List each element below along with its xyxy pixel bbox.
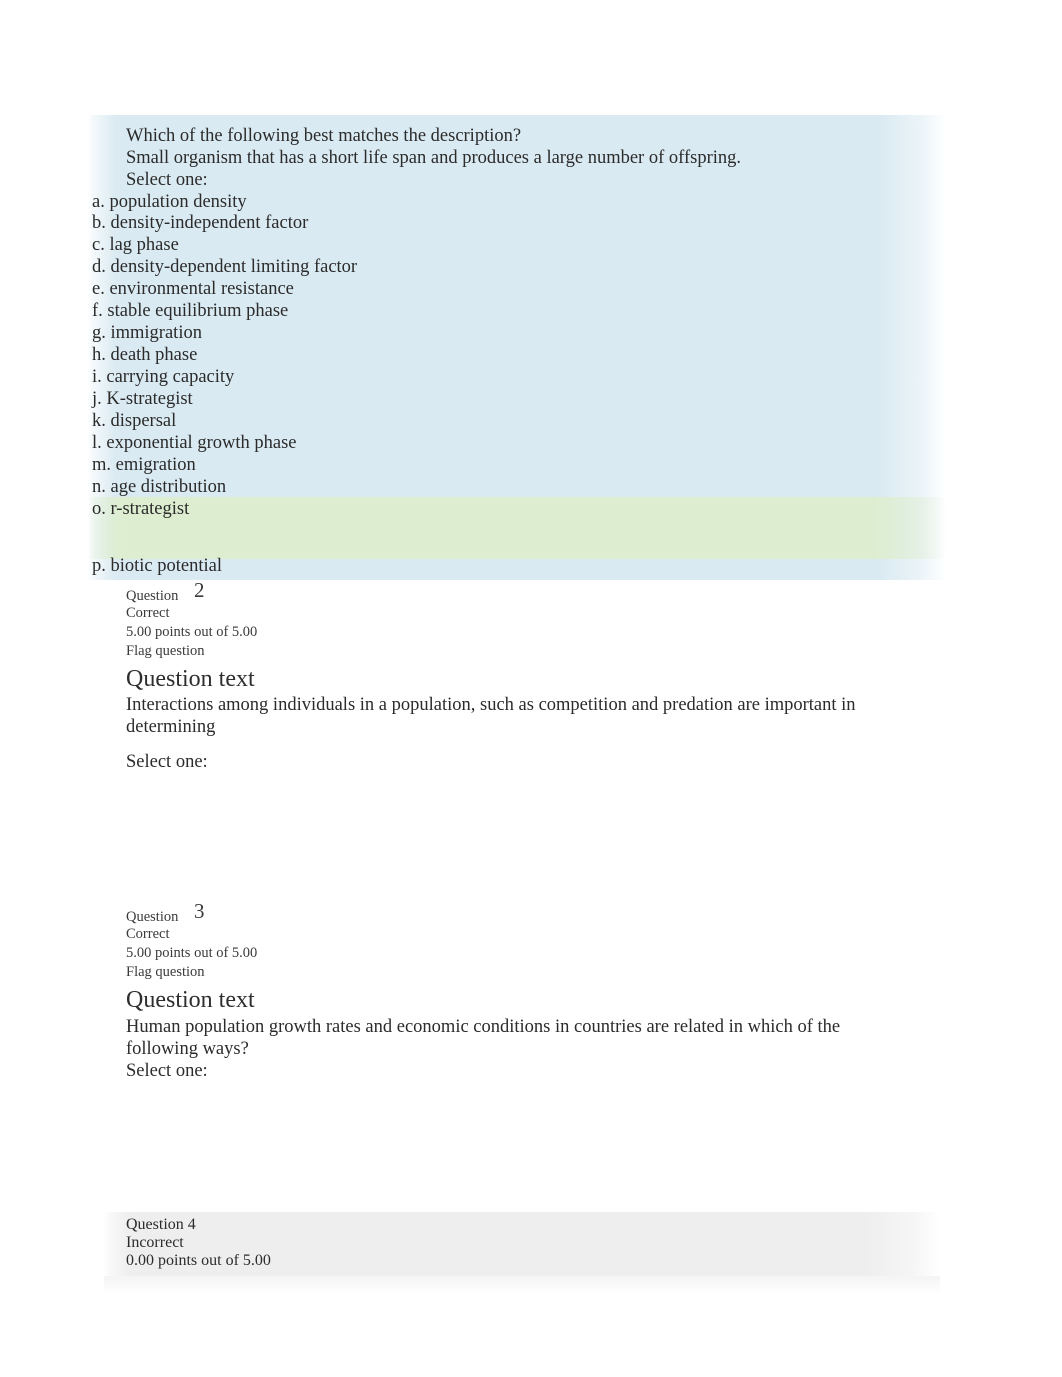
question-1-option-n[interactable]: n. age distribution [92,477,226,499]
question-1-option-p[interactable]: p. biotic potential [92,556,222,578]
question-2-label: Question [126,588,179,604]
question-2-number-row: Question 2 [126,580,926,605]
question-4-number: 4 [187,1216,196,1233]
question-1-option-h[interactable]: h. death phase [92,345,197,367]
question-1-prompt-line-2: Small organism that has a short life spa… [126,148,741,168]
question-1-option-i[interactable]: i. carrying capacity [92,367,234,389]
question-1-option-c[interactable]: c. lag phase [92,235,179,257]
question-3-number: 3 [194,899,205,923]
question-1-option-b[interactable]: b. density-independent factor [92,213,308,235]
question-3-body-text: Human population growth rates and econom… [126,1017,841,1059]
question-3-label: Question [126,909,179,925]
question-3-heading: Question text [126,987,255,1013]
correct-answer-highlight-band [88,497,946,559]
question-2-block: Question 2 Correct 5.00 points out of 5.… [126,580,926,774]
question-3-state-badge: Correct [126,926,170,942]
question-1-option-j[interactable]: j. K-strategist [92,389,193,411]
question-4-block: Question 4 Incorrect 0.00 points out of … [104,1212,940,1294]
question-3-number-row: Question 3 [126,901,926,926]
question-1-select-one-label: Select one: [126,170,208,190]
question-3-points: 5.00 points out of 5.00 [126,945,258,961]
question-1-option-l[interactable]: l. exponential growth phase [92,433,296,455]
question-1-option-e[interactable]: e. environmental resistance [92,279,294,301]
question-2-points: 5.00 points out of 5.00 [126,624,258,640]
question-3-select-one-label: Select one: [126,1061,208,1081]
question-1-prompt-line-1: Which of the following best matches the … [126,126,522,146]
question-2-number: 2 [194,578,205,602]
question-1-option-o-selected[interactable]: o. r-strategist [92,499,189,521]
question-1-option-k[interactable]: k. dispersal [92,411,176,433]
question-1-block: Which of the following best matches the … [88,115,946,580]
question-3-flag-question-link[interactable]: Flag question [126,963,926,982]
question-4-state-badge: Incorrect [126,1234,184,1251]
question-2-state-badge: Correct [126,605,170,621]
question-2-heading: Question text [126,666,255,692]
question-3-block: Question 3 Correct 5.00 points out of 5.… [126,901,926,1083]
question-4-meta: Question 4 Incorrect 0.00 points out of … [126,1216,826,1270]
question-1-option-m[interactable]: m. emigration [92,455,196,477]
question-4-points: 0.00 points out of 5.00 [126,1252,271,1269]
question-1-option-g[interactable]: g. immigration [92,323,202,345]
question-1-option-f[interactable]: f. stable equilibrium phase [92,301,288,323]
question-1-option-d[interactable]: d. density-dependent limiting factor [92,257,357,279]
question-2-body-text: Interactions among individuals in a popu… [126,695,856,737]
question-4-label: Question [126,1216,184,1233]
question-1-option-a[interactable]: a. population density [92,192,247,214]
question-2-flag-question-link[interactable]: Flag question [126,642,926,661]
question-4-number-row: Question 4 [126,1216,826,1234]
question-2-select-one-label: Select one: [126,752,208,772]
